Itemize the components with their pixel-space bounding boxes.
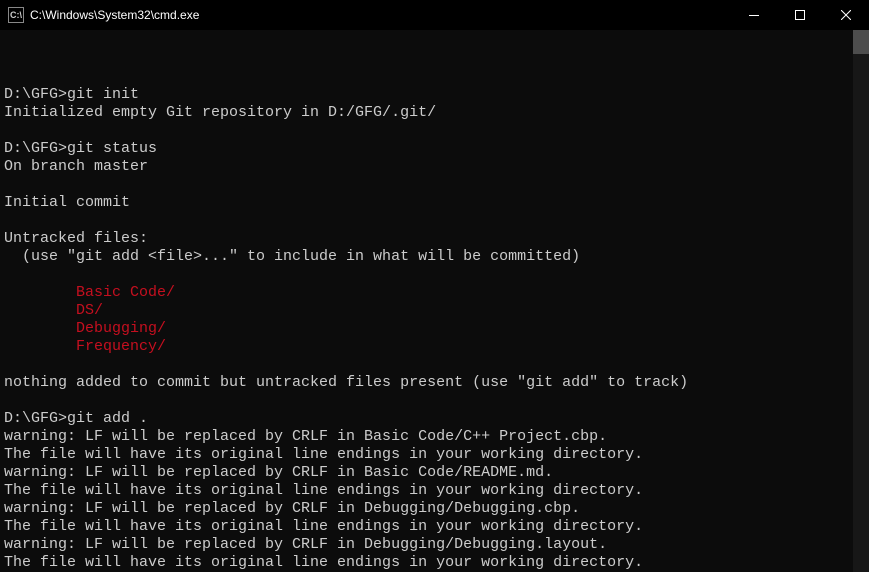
titlebar[interactable]: C:\ C:\Windows\System32\cmd.exe xyxy=(0,0,869,30)
terminal-line: The file will have its original line end… xyxy=(4,518,865,536)
terminal-content: D:\GFG>git initInitialized empty Git rep… xyxy=(4,68,865,572)
terminal-line xyxy=(4,212,865,230)
titlebar-left: C:\ C:\Windows\System32\cmd.exe xyxy=(8,7,199,23)
minimize-button[interactable] xyxy=(731,0,777,30)
minimize-icon xyxy=(749,15,759,16)
terminal-line: Initial commit xyxy=(4,194,865,212)
terminal-line: The file will have its original line end… xyxy=(4,554,865,572)
maximize-button[interactable] xyxy=(777,0,823,30)
terminal-line: (use "git add <file>..." to include in w… xyxy=(4,248,865,266)
scrollbar-thumb[interactable] xyxy=(853,30,869,54)
terminal-line: warning: LF will be replaced by CRLF in … xyxy=(4,500,865,518)
terminal-line: The file will have its original line end… xyxy=(4,482,865,500)
terminal-line: On branch master xyxy=(4,158,865,176)
terminal-line: Debugging/ xyxy=(4,320,865,338)
scrollbar[interactable] xyxy=(853,30,869,572)
window-title: C:\Windows\System32\cmd.exe xyxy=(30,8,199,22)
terminal-line xyxy=(4,392,865,410)
terminal[interactable]: D:\GFG>git initInitialized empty Git rep… xyxy=(0,30,869,572)
terminal-line: D:\GFG>git add . xyxy=(4,410,865,428)
terminal-line: The file will have its original line end… xyxy=(4,446,865,464)
close-button[interactable] xyxy=(823,0,869,30)
terminal-line: Basic Code/ xyxy=(4,284,865,302)
close-icon xyxy=(841,10,851,20)
terminal-line: DS/ xyxy=(4,302,865,320)
terminal-line: Frequency/ xyxy=(4,338,865,356)
terminal-line: warning: LF will be replaced by CRLF in … xyxy=(4,536,865,554)
terminal-line xyxy=(4,266,865,284)
terminal-line: warning: LF will be replaced by CRLF in … xyxy=(4,464,865,482)
terminal-line: warning: LF will be replaced by CRLF in … xyxy=(4,428,865,446)
terminal-line: D:\GFG>git status xyxy=(4,140,865,158)
terminal-line xyxy=(4,122,865,140)
cmd-icon: C:\ xyxy=(8,7,24,23)
maximize-icon xyxy=(795,10,805,20)
terminal-line xyxy=(4,68,865,86)
window-controls xyxy=(731,0,869,30)
terminal-line: Untracked files: xyxy=(4,230,865,248)
terminal-line xyxy=(4,176,865,194)
terminal-line xyxy=(4,356,865,374)
terminal-line: nothing added to commit but untracked fi… xyxy=(4,374,865,392)
terminal-line: D:\GFG>git init xyxy=(4,86,865,104)
terminal-line: Initialized empty Git repository in D:/G… xyxy=(4,104,865,122)
